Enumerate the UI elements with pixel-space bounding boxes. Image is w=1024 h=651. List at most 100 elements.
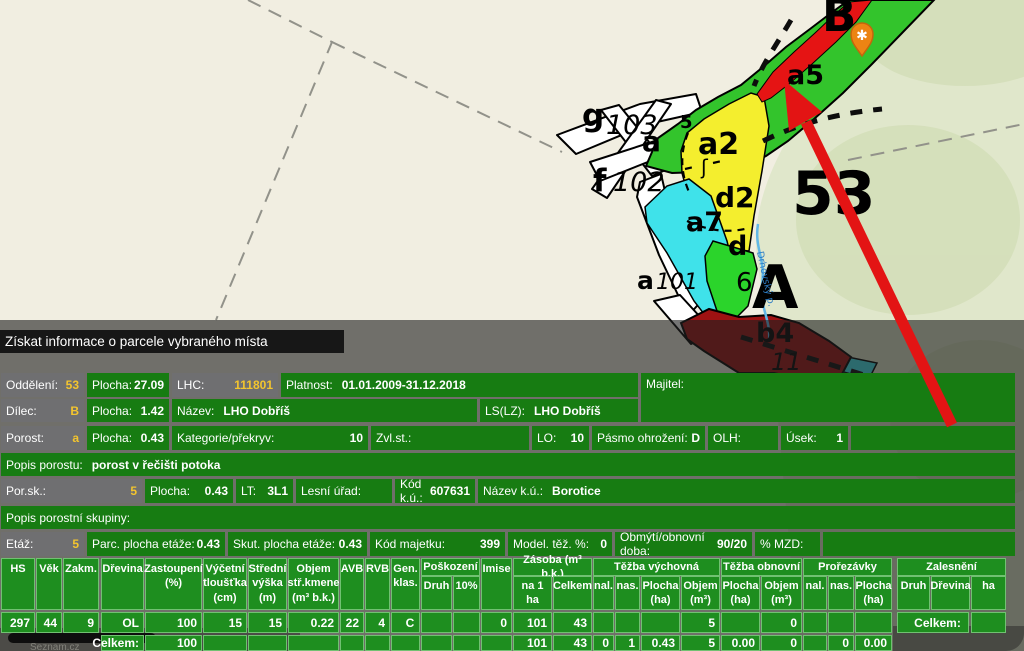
th-imise: Imise — [481, 558, 512, 610]
nazev-ku: Název k.ú.:Borotice — [478, 479, 1015, 503]
tg-zalesneni: Zalesnění — [897, 558, 1006, 576]
plocha-porost: Plocha:0.43 — [87, 426, 169, 450]
th-zakm: Zakm. — [63, 558, 99, 610]
map-label-102-5: 102 — [613, 167, 665, 198]
mzd: % MZD: — [755, 532, 820, 556]
ts-posk-10: 10% — [453, 576, 480, 610]
r1-avb: 22 — [340, 612, 364, 633]
dilec: Dílec:B — [1, 399, 84, 422]
r2-stredni — [248, 635, 287, 651]
kategorie-prekryv: Kategorie/překryv:10 — [172, 426, 368, 450]
r1-zakm: 9 — [63, 612, 99, 633]
th-gen-klas: Gen. klas. — [391, 558, 420, 610]
r1-to-objem: 0 — [761, 612, 802, 633]
ts-za-drevina: Dřevina — [931, 576, 970, 610]
map-label-d-12: d — [728, 231, 747, 262]
r2-posk-druh — [421, 635, 452, 651]
ts-tv-objem: Objem (m³) — [681, 576, 720, 610]
th-rvb: RVB — [365, 558, 390, 610]
r1-gen: C — [391, 612, 420, 633]
r2-tv-nas: 1 — [615, 635, 640, 651]
r2-to-plocha: 0.00 — [721, 635, 760, 651]
th-zastoupeni: Zastoupení (%) — [145, 558, 202, 610]
background-artifact-text: Seznam.cz — [30, 642, 79, 651]
tg-zasoba: Zásoba (m³ b.k.) — [513, 558, 592, 576]
map-label-5-6: 5 — [680, 112, 693, 133]
r2-objem-km — [288, 635, 339, 651]
r2-zast: 100 — [145, 635, 202, 651]
map-label-a7-11: a7 — [686, 207, 723, 238]
r2-vycetni — [203, 635, 247, 651]
r1-tv-objem: 5 — [681, 612, 720, 633]
ts-celkem: Celkem — [553, 576, 592, 610]
map-label-53-16: 53 — [792, 159, 876, 229]
th-vycetni: Výčetní tloušťka (cm) — [203, 558, 247, 610]
pasmo-ohrozeni: Pásmo ohrožení:D — [592, 426, 705, 450]
zvlst: Zvl.st.: — [371, 426, 529, 450]
r1-na1ha: 101 — [513, 612, 552, 633]
plocha-dilec: Plocha:1.42 — [87, 399, 169, 422]
kod-majetku: Kód majetku:399 — [370, 532, 505, 556]
ts-za-druh: Druh — [897, 576, 930, 610]
r1-tv-nas — [615, 612, 640, 633]
r1-vycetni: 15 — [203, 612, 247, 633]
r2-tv-nal: 0 — [593, 635, 614, 651]
map-label-a-7: a — [642, 125, 661, 158]
skut-plocha-etaze: Skut. plocha etáže:0.43 — [228, 532, 367, 556]
r2-rvb — [365, 635, 390, 651]
r1-posk-10 — [453, 612, 480, 633]
r2-gen — [391, 635, 420, 651]
ts-to-objem: Objem (m³) — [761, 576, 802, 610]
tg-prorezavky: Prořezávky — [803, 558, 892, 576]
r2-na1ha: 101 — [513, 635, 552, 651]
th-hs: HS — [1, 558, 35, 610]
r1-rvb: 4 — [365, 612, 390, 633]
row7-empty — [823, 532, 1015, 556]
tg-tezba-obn: Těžba obnovní — [721, 558, 802, 576]
majitel: Majitel: — [641, 373, 1015, 422]
r1-tv-plocha — [641, 612, 680, 633]
r1-pr-plocha — [855, 612, 892, 633]
app-window: Ba5g103f1025aa2ʃd2a7d6a10153Ab411✱Drhovs… — [0, 0, 1024, 651]
r2-drevina: Celkem: — [101, 635, 144, 651]
map-label-f-4: f — [593, 163, 607, 199]
ts-na1ha: na 1 ha — [513, 576, 552, 610]
r1-tv-nal — [593, 612, 614, 633]
th-vek: Věk — [36, 558, 62, 610]
plocha-oddeleni: Plocha:27.09 — [87, 373, 169, 397]
lt: LT:3L1 — [236, 479, 293, 503]
r2-celkem: 43 — [553, 635, 592, 651]
r2-tv-plocha: 0.43 — [641, 635, 680, 651]
r2-avb — [340, 635, 364, 651]
row3-empty — [851, 426, 1015, 450]
r1-drevina: OL — [101, 612, 144, 633]
r1-zast: 100 — [145, 612, 202, 633]
map-label--9: ʃ — [700, 155, 709, 179]
r1-pr-nas — [828, 612, 854, 633]
tg-tezba-vych: Těžba výchovná — [593, 558, 720, 576]
r2-pr-plocha: 0.00 — [855, 635, 892, 651]
lesni-urad: Lesní úřad: — [296, 479, 392, 503]
ts-tv-nal: nal. — [593, 576, 614, 610]
parc-plocha-etaze: Parc. plocha etáže:0.43 — [87, 532, 225, 556]
ts-tv-plocha: Plocha (ha) — [641, 576, 680, 610]
map-tooltip: Získat informace o parcele vybraného mís… — [0, 330, 344, 353]
ts-posk-druh: Druh — [421, 576, 452, 610]
olh: OLH: — [708, 426, 778, 450]
ts-pr-nal: nal. — [803, 576, 827, 610]
r1-celkem: 43 — [553, 612, 592, 633]
obmyti-obnovni: Obmýtí/obnovní doba:90/20 — [615, 532, 752, 556]
porsk: Por.sk.:5 — [1, 479, 142, 503]
ts-pr-plocha: Plocha (ha) — [855, 576, 892, 610]
r1-stredni: 15 — [248, 612, 287, 633]
r1-vek: 44 — [36, 612, 62, 633]
r2-to-objem: 0 — [761, 635, 802, 651]
popis-porostu: Popis porostu:porost v řečišti potoka — [1, 453, 1015, 476]
r2-pr-nal — [803, 635, 827, 651]
map-label-a5-1: a5 — [787, 60, 824, 91]
r1-za-celkem: Celkem: — [897, 612, 969, 633]
r1-to-plocha — [721, 612, 760, 633]
kod-ku: Kód k.ú.:607631 — [395, 479, 475, 503]
platnost: Platnost:01.01.2009-31.12.2018 — [281, 373, 638, 397]
tg-poskozeni: Poškození — [421, 558, 480, 576]
